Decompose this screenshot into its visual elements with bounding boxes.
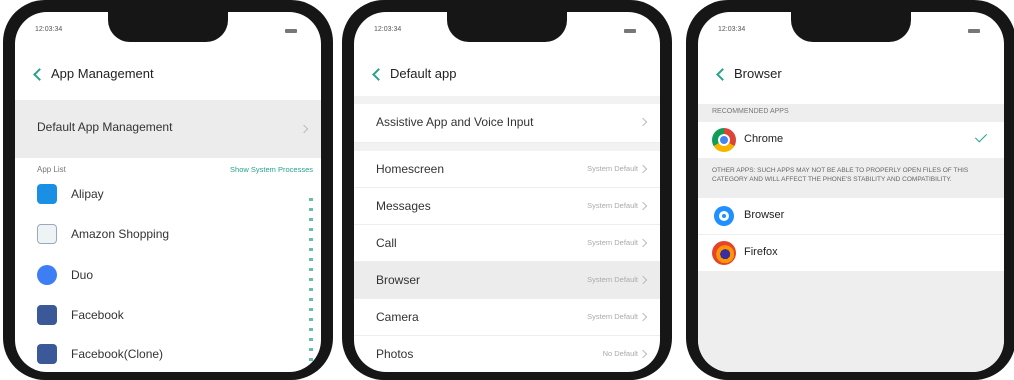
screen: 12:03:34 Browser RECOMMENDED APPS Chrome…: [698, 12, 1004, 372]
app-row-alipay[interactable]: Alipay: [15, 176, 321, 214]
chevron-right-icon: [638, 201, 648, 211]
app-label: Browser: [744, 209, 785, 221]
amazon-icon: [37, 224, 57, 244]
row-label: Browser: [376, 273, 421, 287]
chrome-icon: [712, 128, 736, 152]
app-row-duo[interactable]: Duo: [15, 257, 321, 295]
row-label: Messages: [376, 199, 431, 213]
battery-icon: [624, 29, 636, 33]
notch: [447, 12, 567, 42]
app-label: Facebook(Clone): [71, 347, 164, 361]
recommended-apps-label: RECOMMENDED APPS: [712, 108, 789, 115]
back-icon[interactable]: [716, 68, 729, 81]
app-row-amazon[interactable]: Amazon Shopping: [15, 216, 321, 254]
chevron-right-icon: [638, 275, 648, 285]
row-label: Camera: [376, 310, 419, 324]
notch: [108, 12, 228, 42]
default-app-row-call[interactable]: Call System Default: [354, 225, 660, 262]
default-app-row-messages[interactable]: Messages System Default: [354, 188, 660, 225]
default-app-row-camera[interactable]: Camera System Default: [354, 299, 660, 336]
chevron-right-icon: [638, 117, 648, 127]
other-apps-note: OTHER APPS: SUCH APPS MAY NOT BE ABLE TO…: [712, 167, 969, 183]
divider: [354, 96, 660, 104]
chevron-right-icon: [638, 238, 648, 248]
back-icon[interactable]: [372, 68, 385, 81]
alphabet-index-scrollbar[interactable]: [309, 198, 313, 372]
header: App Management: [33, 64, 305, 88]
header: Default app: [372, 64, 644, 88]
app-row-firefox[interactable]: Firefox: [698, 235, 1004, 271]
chevron-right-icon: [638, 164, 648, 174]
assistive-app-item[interactable]: Assistive App and Voice Input: [354, 104, 660, 143]
checkmark-icon: [974, 130, 988, 143]
phone-browser: 12:03:34 Browser RECOMMENDED APPS Chrome…: [686, 0, 1014, 380]
app-list-label: App List: [37, 165, 66, 174]
app-label: Duo: [71, 268, 94, 282]
chevron-right-icon: [638, 349, 648, 359]
screen: 12:03:34 Default app Assistive App and V…: [354, 12, 660, 372]
chevron-right-icon: [299, 124, 309, 134]
row-value: System Default: [587, 164, 638, 173]
app-label: Chrome: [744, 133, 784, 145]
app-label: Firefox: [744, 246, 778, 258]
default-app-row-photos[interactable]: Photos No Default: [354, 336, 660, 372]
default-app-management-item[interactable]: Default App Management: [15, 100, 321, 158]
show-system-processes-link[interactable]: Show System Processes: [230, 165, 313, 174]
row-label: Homescreen: [376, 162, 445, 176]
screen: 12:03:34 App Management Default App Mana…: [15, 12, 321, 372]
default-app-management-label: Default App Management: [37, 120, 173, 134]
app-row-facebook-clone[interactable]: Facebook(Clone): [15, 336, 321, 372]
page-title: Default app: [390, 66, 457, 81]
app-label: Alipay: [71, 187, 104, 201]
firefox-icon: [712, 241, 736, 265]
row-label: Call: [376, 236, 397, 250]
battery-icon: [968, 29, 980, 33]
alipay-icon: [37, 184, 57, 204]
row-label: Photos: [376, 347, 414, 361]
row-value: System Default: [587, 201, 638, 210]
default-app-row-homescreen[interactable]: Homescreen System Default: [354, 151, 660, 188]
divider: [354, 143, 660, 151]
row-value: System Default: [587, 275, 638, 284]
row-value: System Default: [587, 238, 638, 247]
notch: [791, 12, 911, 42]
facebook-icon: [37, 344, 57, 364]
app-row-facebook[interactable]: Facebook: [15, 297, 321, 335]
header: Browser: [716, 64, 988, 88]
default-app-row-browser[interactable]: Browser System Default: [354, 262, 660, 299]
battery-icon: [285, 29, 297, 33]
duo-icon: [37, 265, 57, 285]
status-time: 12:03:34: [35, 26, 63, 33]
row-value: System Default: [587, 312, 638, 321]
status-time: 12:03:34: [374, 26, 402, 33]
app-row-browser[interactable]: Browser: [698, 198, 1004, 234]
browser-icon: [714, 206, 734, 226]
page-title: Browser: [734, 66, 782, 81]
phone-app-management: 12:03:34 App Management Default App Mana…: [3, 0, 333, 380]
status-time: 12:03:34: [718, 26, 746, 33]
page-title: App Management: [51, 66, 154, 81]
chevron-right-icon: [638, 312, 648, 322]
back-icon[interactable]: [33, 68, 46, 81]
facebook-icon: [37, 305, 57, 325]
app-row-chrome[interactable]: Chrome: [698, 122, 1004, 158]
app-label: Amazon Shopping: [71, 227, 170, 241]
assistive-app-label: Assistive App and Voice Input: [376, 115, 534, 129]
phone-default-app: 12:03:34 Default app Assistive App and V…: [342, 0, 672, 380]
app-label: Facebook: [71, 308, 124, 322]
